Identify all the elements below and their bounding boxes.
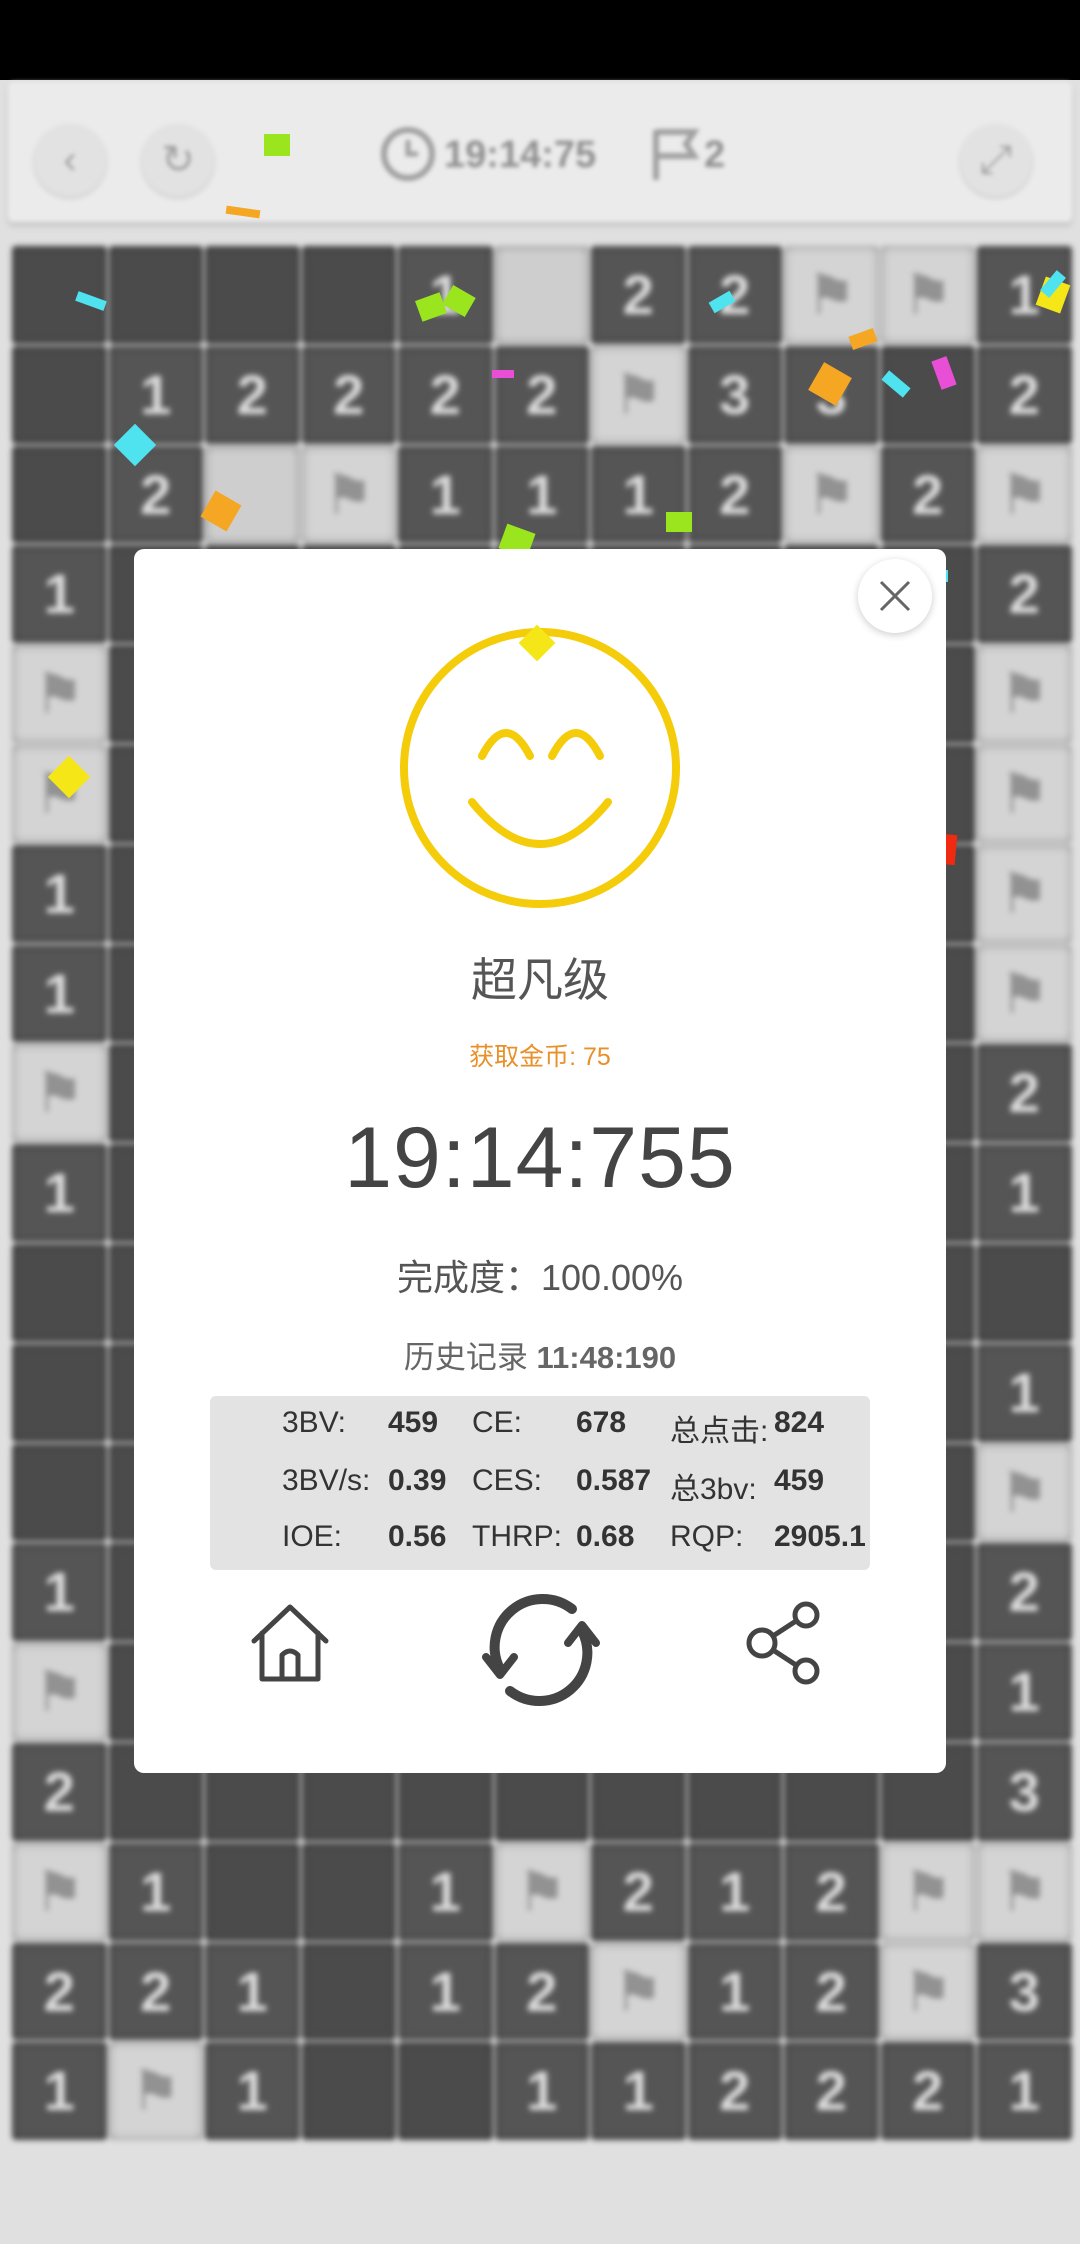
home-icon[interactable] — [248, 1601, 332, 1685]
stat-label: 总点击: — [670, 1415, 769, 1448]
smiley-face-icon — [400, 624, 680, 908]
stat-label: 3BV/s: — [282, 1464, 371, 1497]
stat-label: THRP: — [472, 1520, 562, 1553]
stat-value: 459 — [774, 1464, 825, 1497]
stat-label: IOE: — [282, 1520, 343, 1553]
confetti — [666, 512, 692, 532]
best-record-value: 11:48:190 — [536, 1340, 677, 1375]
stat-value: 0.39 — [388, 1464, 447, 1497]
replay-icon[interactable] — [480, 1591, 602, 1709]
stat-value: 2905.1 — [774, 1520, 866, 1553]
confetti — [264, 134, 290, 156]
confetti — [492, 370, 514, 378]
stat-value: 0.587 — [576, 1464, 652, 1497]
stat-value: 459 — [388, 1406, 439, 1439]
share-icon[interactable] — [744, 1601, 828, 1685]
stat-value: 0.56 — [388, 1520, 447, 1553]
status-bar — [0, 0, 1080, 80]
difficulty-level: 超凡级 — [471, 954, 609, 1006]
stats-row: IOE: 0.56 THRP: 0.68 RQP: 2905.1 — [210, 1520, 870, 1570]
stat-label: CE: — [472, 1406, 523, 1439]
completion-rate: 完成度：100.00% — [396, 1257, 684, 1298]
final-time: 19:14:755 — [344, 1110, 736, 1206]
stat-value: 0.68 — [576, 1520, 635, 1553]
stat-label: RQP: — [670, 1520, 744, 1553]
close-icon — [879, 580, 911, 612]
coins-earned: 获取金币: 75 — [469, 1043, 611, 1071]
stat-label: 3BV: — [282, 1406, 346, 1439]
close-button[interactable] — [858, 559, 932, 633]
stat-value: 678 — [576, 1406, 627, 1439]
stat-value: 824 — [774, 1406, 825, 1439]
stats-row: 3BV/s: 0.39 CES: 0.587 总3bv: 459 — [210, 1464, 870, 1514]
stats-row: 3BV: 459 CE: 678 总点击: 824 — [210, 1406, 870, 1456]
stats-panel: 3BV: 459 CE: 678 总点击: 824 3BV/s: 0.39 CE… — [210, 1396, 870, 1570]
stat-label: 总3bv: — [670, 1473, 757, 1506]
stat-label: CES: — [472, 1464, 543, 1497]
best-record-label: 历史记录 — [403, 1340, 528, 1375]
best-record: 历史记录 11:48:190 — [134, 1332, 946, 1377]
result-dialog: 超凡级 获取金币: 75 19:14:755 完成度：100.00% 历史记录 … — [134, 549, 946, 1773]
